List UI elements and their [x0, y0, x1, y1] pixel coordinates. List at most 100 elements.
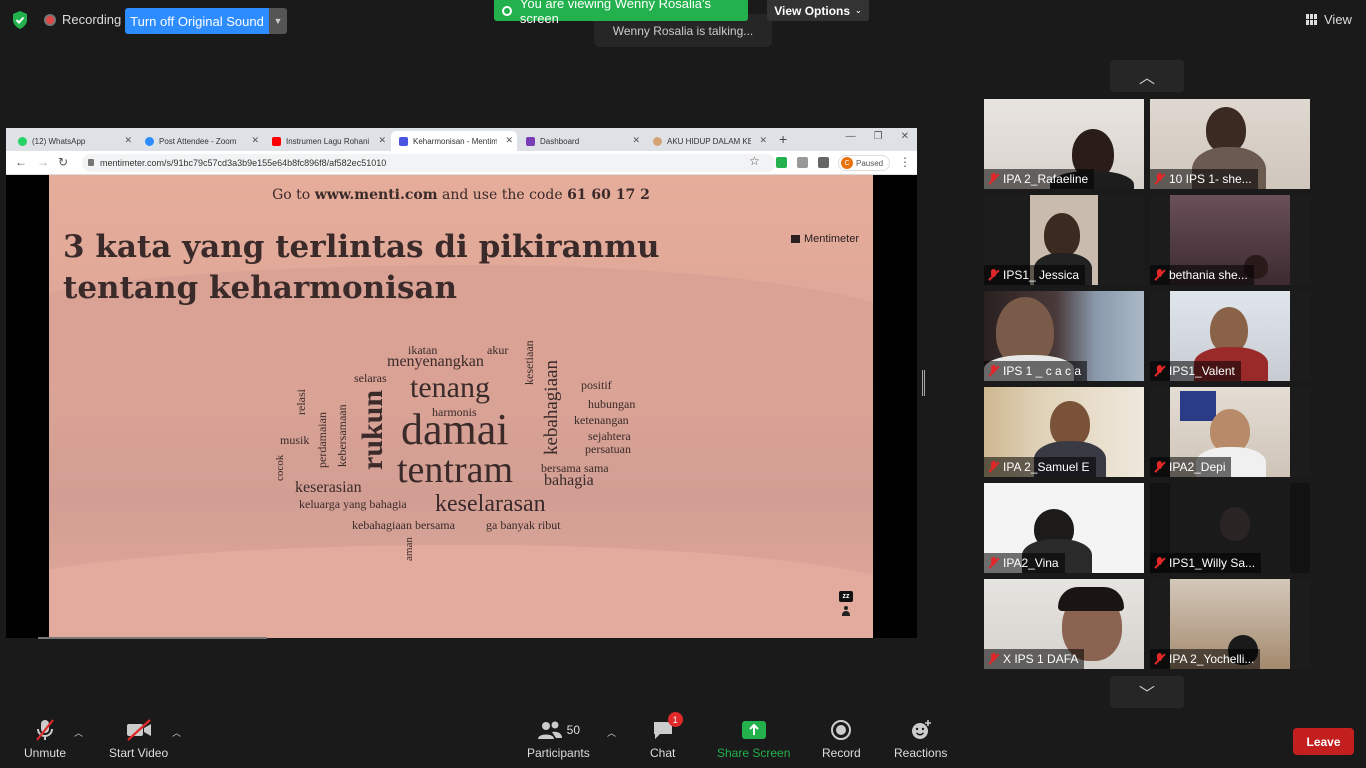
- unmute-button[interactable]: Unmute: [24, 718, 66, 760]
- start-video-button[interactable]: Start Video: [109, 718, 168, 760]
- youtube-icon: [272, 136, 281, 146]
- gallery-page-down-button[interactable]: ﹀: [1110, 676, 1184, 708]
- share-screen-button[interactable]: Share Screen: [717, 718, 790, 760]
- close-icon[interactable]: ✕: [505, 135, 513, 146]
- turn-off-original-sound-button[interactable]: Turn off Original Sound: [125, 8, 269, 34]
- extension-icon[interactable]: [776, 157, 787, 168]
- browser-tab[interactable]: (12) WhatsApp ✕: [10, 131, 136, 151]
- reactions-label: Reactions: [894, 746, 948, 760]
- audio-options-caret-icon[interactable]: ︿: [74, 726, 83, 739]
- participant-name-label: IPA 2_Rafaeline: [984, 169, 1095, 189]
- participants-button[interactable]: 50 Participants: [527, 718, 590, 760]
- star-icon[interactable]: ☆: [749, 154, 760, 168]
- mic-muted-icon: [1154, 269, 1165, 281]
- split-view-divider-handle[interactable]: [922, 370, 925, 396]
- mic-muted-icon: [1154, 461, 1165, 473]
- chevron-down-icon[interactable]: ▼: [269, 8, 287, 34]
- video-tile[interactable]: X IPS 1 DAFA: [984, 579, 1144, 669]
- gallery-page-up-button[interactable]: ︿: [1110, 60, 1184, 92]
- close-icon[interactable]: ✕: [251, 135, 259, 146]
- video-tile[interactable]: IPA2_Vina: [984, 483, 1144, 573]
- word-cloud-item: tentram: [397, 449, 514, 491]
- restore-icon[interactable]: ❐: [874, 131, 883, 142]
- word-cloud-item: keserasian: [295, 479, 362, 496]
- word-cloud-item: keluarga yang bahagia: [299, 497, 407, 511]
- close-icon[interactable]: ✕: [378, 135, 386, 146]
- video-tile[interactable]: IPS 1 _ c a c a: [984, 291, 1144, 381]
- puzzle-icon[interactable]: [818, 157, 829, 168]
- close-icon[interactable]: ✕: [124, 135, 132, 146]
- chat-button[interactable]: 1 Chat: [650, 712, 683, 760]
- page-icon: [653, 136, 662, 146]
- tab-label: Dashboard: [540, 136, 580, 146]
- browser-tab-active[interactable]: Keharmonisan - Mentimeter ✕: [391, 131, 517, 151]
- address-bar-row: ← → ↻ mentimeter.com/s/91bc79c57cd3a3b9e…: [6, 151, 917, 175]
- mic-muted-icon: [1154, 653, 1165, 665]
- view-options-button[interactable]: View Options ⌄: [767, 0, 869, 21]
- browser-tab[interactable]: AKU HIDUP DALAM KE ✕: [645, 131, 771, 151]
- word-cloud-item: kebersamaan: [335, 404, 349, 467]
- word-cloud-item: perdamaian: [315, 412, 329, 468]
- browser-tab[interactable]: Post Attendee - Zoom ✕: [137, 131, 263, 151]
- dashboard-icon: [526, 136, 535, 146]
- participants-options-caret-icon[interactable]: ︿: [607, 726, 616, 739]
- close-icon[interactable]: ✕: [759, 135, 767, 146]
- video-tile[interactable]: IPA 2_Rafaeline: [984, 99, 1144, 189]
- share-screen-label: Share Screen: [717, 746, 791, 760]
- grid-view-icon: [1306, 13, 1318, 26]
- video-tile[interactable]: IPS1_Valent: [1150, 291, 1310, 381]
- word-cloud-item: positif: [581, 378, 612, 392]
- reload-icon[interactable]: ↻: [58, 155, 68, 169]
- minimize-icon[interactable]: —: [846, 131, 856, 142]
- close-window-icon[interactable]: ✕: [901, 131, 909, 142]
- browser-tab-strip: (12) WhatsApp ✕ Post Attendee - Zoom ✕ I…: [6, 128, 917, 151]
- start-video-label: Start Video: [109, 746, 169, 760]
- mic-muted-icon: [988, 173, 999, 185]
- new-tab-icon[interactable]: +: [779, 131, 787, 147]
- close-icon[interactable]: ✕: [632, 135, 640, 146]
- participants-label: Participants: [527, 746, 590, 760]
- video-off-icon: [125, 718, 153, 742]
- mic-muted-icon: [33, 718, 57, 742]
- view-button[interactable]: View: [1306, 12, 1352, 27]
- extension-icon[interactable]: [797, 157, 808, 168]
- more-menu-icon[interactable]: ⋮: [899, 155, 911, 169]
- profile-paused-button[interactable]: C Paused: [838, 155, 890, 171]
- view-label: View: [1324, 12, 1352, 27]
- participant-name-label: X IPS 1 DAFA: [984, 649, 1085, 669]
- mentimeter-logo: Mentimeter: [791, 233, 859, 245]
- reactions-button[interactable]: Reactions: [894, 718, 947, 760]
- unmute-label: Unmute: [24, 746, 67, 760]
- word-cloud-item: ketenangan: [574, 413, 629, 427]
- paused-label: Paused: [856, 158, 884, 168]
- mic-muted-icon: [988, 461, 999, 473]
- word-cloud-item: kebahagiaan bersama: [352, 518, 455, 532]
- video-tile[interactable]: IPA 2_Samuel E: [984, 387, 1144, 477]
- video-tile[interactable]: 10 IPS 1- she...: [1150, 99, 1310, 189]
- video-tile[interactable]: bethania she...: [1150, 195, 1310, 285]
- mic-muted-icon: [1154, 365, 1165, 377]
- leave-button[interactable]: Leave: [1293, 728, 1354, 755]
- video-tile[interactable]: IPA2_Depi: [1150, 387, 1310, 477]
- browser-tab[interactable]: Instrumen Lagu Rohani ✕: [264, 131, 390, 151]
- record-button[interactable]: Record: [822, 718, 861, 760]
- video-options-caret-icon[interactable]: ︿: [172, 726, 181, 739]
- viewing-banner-text: You are viewing Wenny Rosalia's screen: [519, 0, 711, 26]
- word-cloud-item: persatuan: [585, 442, 631, 456]
- forward-arrow-icon[interactable]: →: [37, 155, 49, 169]
- security-shield-icon[interactable]: [10, 10, 30, 30]
- mentimeter-slide: Go to www.menti.com and use the code 61 …: [49, 175, 873, 638]
- video-tile[interactable]: IPA 2_Yochelli...: [1150, 579, 1310, 669]
- word-cloud-item: musik: [280, 433, 310, 447]
- browser-tab[interactable]: Dashboard ✕: [518, 131, 644, 151]
- video-tile[interactable]: IPS1_ Jessica: [984, 195, 1144, 285]
- slide-wave: [49, 545, 873, 638]
- back-arrow-icon[interactable]: ←: [15, 155, 27, 169]
- chevron-down-icon: ⌄: [855, 6, 862, 15]
- mic-muted-icon: [988, 653, 999, 665]
- url-field[interactable]: mentimeter.com/s/91bc79c57cd3a3b9e155e64…: [82, 154, 776, 172]
- video-tile[interactable]: IPS1_Willy Sa...: [1150, 483, 1310, 573]
- tab-label: Keharmonisan - Mentimeter: [413, 136, 497, 146]
- tab-label: (12) WhatsApp: [32, 136, 86, 146]
- mic-muted-icon: [988, 557, 999, 569]
